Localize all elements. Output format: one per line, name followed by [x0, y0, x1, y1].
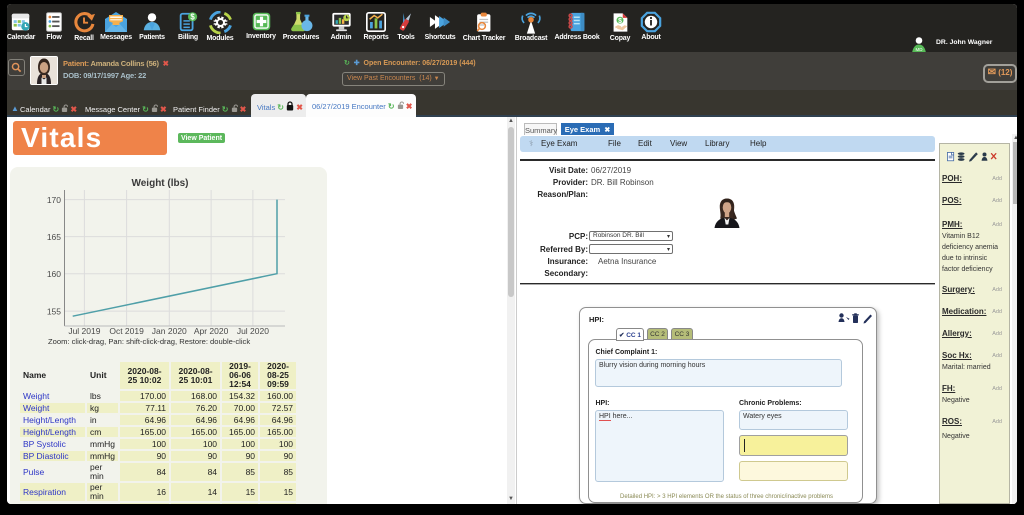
svg-text:170: 170 — [47, 195, 61, 205]
svg-text:155: 155 — [47, 307, 61, 317]
svg-text:Apr 2020: Apr 2020 — [194, 326, 229, 336]
svg-text:160: 160 — [47, 269, 61, 279]
svg-text:Jul 2019: Jul 2019 — [68, 326, 100, 336]
svg-text:165: 165 — [47, 232, 61, 242]
svg-text:Jul 2020: Jul 2020 — [237, 326, 269, 336]
svg-text:Oct 2019: Oct 2019 — [109, 326, 144, 336]
svg-text:Jan 2020: Jan 2020 — [152, 326, 187, 336]
